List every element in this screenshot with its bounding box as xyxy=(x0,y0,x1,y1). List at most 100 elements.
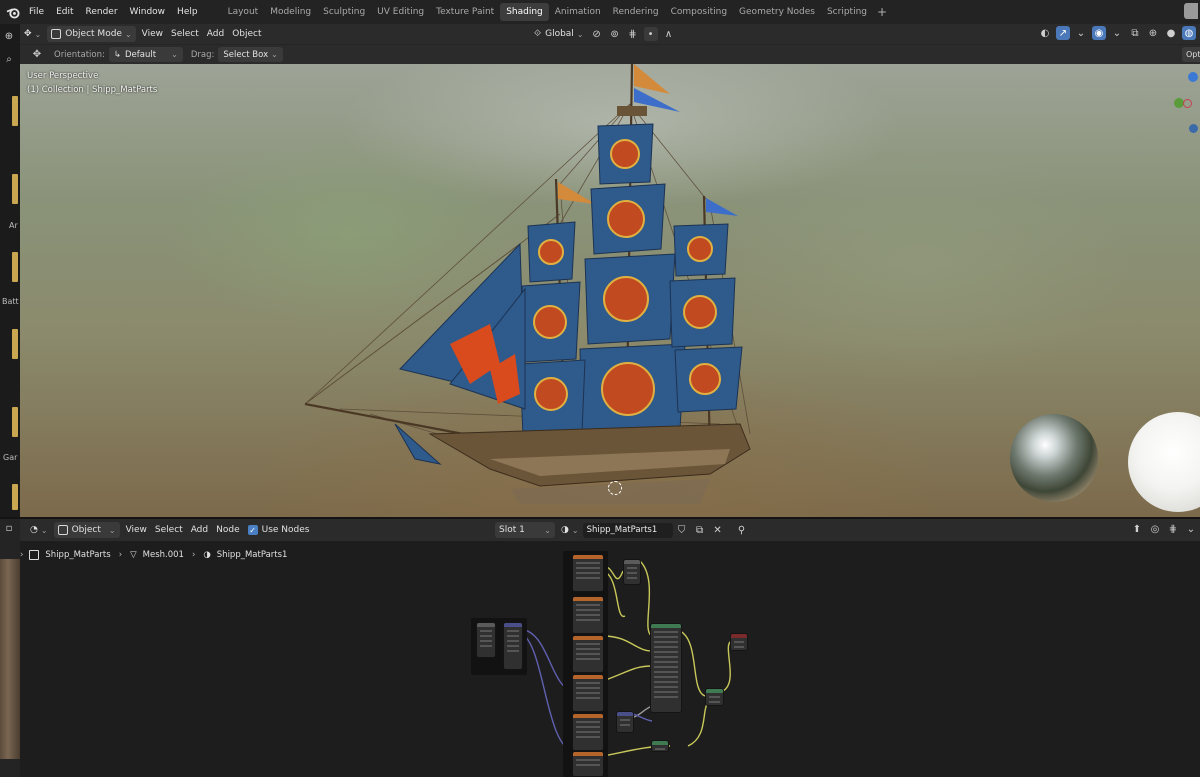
editor-type-dropdown[interactable]: ◔ ⌄ xyxy=(26,522,52,538)
transform-orientation-dropdown[interactable]: ⟐ Global ⌄ xyxy=(530,26,588,42)
tab-scripting[interactable]: Scripting xyxy=(821,3,873,21)
use-nodes-toggle[interactable]: ✓ Use Nodes xyxy=(244,522,314,538)
panel-tab[interactable] xyxy=(12,484,18,510)
transform-controls: ⟐ Global ⌄ ⊘ ⊚ ⋕ • ∧ xyxy=(530,26,678,42)
file-browser-thumbnail[interactable] xyxy=(0,559,20,759)
slot-dropdown[interactable]: Slot 1 ⌄ xyxy=(495,522,555,538)
chevron-down-icon[interactable]: ⌄ xyxy=(1074,26,1088,40)
3d-cursor-icon[interactable] xyxy=(608,481,622,495)
tab-rendering[interactable]: Rendering xyxy=(607,3,665,21)
tab-sculpting[interactable]: Sculpting xyxy=(317,3,371,21)
viewport-menu-view[interactable]: View xyxy=(138,26,167,42)
solid-shading-icon[interactable]: ● xyxy=(1164,26,1178,40)
tab-layout[interactable]: Layout xyxy=(222,3,265,21)
menu-window[interactable]: Window xyxy=(124,0,172,24)
scene-icon[interactable] xyxy=(1184,3,1198,19)
image-texture-node[interactable] xyxy=(572,635,604,673)
node-menu-view[interactable]: View xyxy=(122,522,151,538)
add-workspace-button[interactable]: + xyxy=(877,5,887,19)
fake-user-shield-icon[interactable]: ⛉ xyxy=(675,523,689,537)
blender-logo-icon[interactable] xyxy=(3,2,23,22)
chevron-down-icon[interactable]: ⌄ xyxy=(1110,26,1124,40)
node-menu-select[interactable]: Select xyxy=(151,522,187,538)
gizmo-toggle-icon[interactable]: ↗ xyxy=(1056,26,1070,40)
falloff-icon[interactable]: ∧ xyxy=(662,27,676,41)
close-icon[interactable]: ✕ xyxy=(711,523,725,537)
node[interactable] xyxy=(476,622,496,658)
tab-geometry-nodes[interactable]: Geometry Nodes xyxy=(733,3,821,21)
tab-compositing[interactable]: Compositing xyxy=(665,3,733,21)
proportional-edit-icon[interactable]: • xyxy=(643,27,658,41)
mix-shader-node[interactable] xyxy=(705,688,724,706)
hdri-preview-sphere xyxy=(1010,414,1098,502)
overlay-icon[interactable]: ◎ xyxy=(1148,522,1162,536)
node[interactable] xyxy=(651,740,669,752)
panel-tab[interactable] xyxy=(12,407,18,437)
material-preview-icon[interactable]: ◍ xyxy=(1182,26,1196,40)
snap-icon[interactable]: ⋕ xyxy=(1166,522,1180,536)
gizmo-z-axis-icon[interactable] xyxy=(1188,72,1198,82)
menu-file[interactable]: File xyxy=(23,0,50,24)
panel-tab[interactable] xyxy=(12,174,18,204)
drag-dropdown[interactable]: Select Box ⌄ xyxy=(218,47,283,62)
parent-node-tree-icon[interactable]: ⬆ xyxy=(1130,522,1144,536)
material-slot-controls: Slot 1 ⌄ ◑ ⌄ Shipp_MatParts1 ⛉ ⧉ ✕ ⚲ xyxy=(493,522,751,538)
tab-uv-editing[interactable]: UV Editing xyxy=(371,3,430,21)
material-browse-button[interactable]: ◑ ⌄ xyxy=(557,522,583,538)
node-editor-canvas[interactable]: › Shipp_MatParts › ▽ Mesh.001 › ◑ Shipp_… xyxy=(20,541,1200,777)
pin-icon[interactable]: ⚲ xyxy=(735,523,749,537)
panel-tab[interactable] xyxy=(12,96,18,126)
pivot-icon[interactable]: ⊘ xyxy=(590,27,604,41)
tab-shading[interactable]: Shading xyxy=(500,3,549,21)
options-button[interactable]: Opt xyxy=(1182,47,1200,62)
gizmo-neg-z-icon[interactable] xyxy=(1189,124,1198,133)
xray-icon[interactable]: ⧉ xyxy=(1128,26,1142,40)
image-texture-node[interactable] xyxy=(572,751,604,777)
orientation-icon: ↳ xyxy=(113,49,121,60)
tab-animation[interactable]: Animation xyxy=(549,3,607,21)
3d-viewport[interactable]: User Perspective (1) Collection | Shipp_… xyxy=(20,64,1200,517)
node-menu-node[interactable]: Node xyxy=(212,522,244,538)
cursor-tool-icon[interactable]: ⊕ xyxy=(2,29,16,43)
shader-type-dropdown[interactable]: Object ⌄ xyxy=(53,522,120,538)
editor-type-dropdown[interactable]: ✥ ⌄ xyxy=(20,26,45,42)
wireframe-shading-icon[interactable]: ⊕ xyxy=(1146,26,1160,40)
principled-bsdf-node[interactable] xyxy=(650,623,682,713)
material-output-node[interactable] xyxy=(730,633,748,651)
snap-icon[interactable]: ⊚ xyxy=(608,27,622,41)
panel-tab[interactable] xyxy=(12,252,18,282)
panel-icon[interactable]: ▫ xyxy=(2,521,16,535)
menu-edit[interactable]: Edit xyxy=(50,0,79,24)
snap-settings-icon[interactable]: ⋕ xyxy=(626,27,640,41)
menu-help[interactable]: Help xyxy=(171,0,204,24)
material-name-field[interactable]: Shipp_MatParts1 xyxy=(582,522,673,538)
tab-texture-paint[interactable]: Texture Paint xyxy=(430,3,500,21)
node[interactable] xyxy=(503,622,523,670)
move-tool-icon[interactable]: ✥ xyxy=(30,48,44,62)
search-icon[interactable]: ⌕ xyxy=(2,52,16,66)
chevron-down-icon[interactable]: ⌄ xyxy=(1184,522,1198,536)
menu-render[interactable]: Render xyxy=(80,0,124,24)
overlay-toggle-icon[interactable]: ◉ xyxy=(1092,26,1106,40)
orientation-dropdown[interactable]: ↳ Default ⌄ xyxy=(108,47,183,62)
node-editor-header: ◔ ⌄ Object ⌄ View Select Add Node ✓ Use Nod… xyxy=(20,519,1200,541)
tool-settings-bar: ✥ Orientation: ↳ Default ⌄ Drag: Select Bo… xyxy=(20,44,1200,64)
navigation-gizmo[interactable] xyxy=(1170,68,1200,138)
image-texture-node[interactable] xyxy=(572,713,604,751)
panel-tab[interactable] xyxy=(12,329,18,359)
node[interactable] xyxy=(623,559,641,585)
gizmo-x-axis-icon[interactable] xyxy=(1183,99,1192,108)
image-texture-node[interactable] xyxy=(572,674,604,712)
image-texture-node[interactable] xyxy=(572,596,604,634)
mode-dropdown[interactable]: Object Mode ⌄ xyxy=(47,26,136,42)
duplicate-material-icon[interactable]: ⧉ xyxy=(693,523,707,537)
viewport-menu-select[interactable]: Select xyxy=(167,26,203,42)
normal-map-node[interactable] xyxy=(616,711,634,733)
image-texture-node[interactable] xyxy=(572,554,604,592)
viewport-menu-object[interactable]: Object xyxy=(228,26,265,42)
node-menu-add[interactable]: Add xyxy=(187,522,212,538)
tab-modeling[interactable]: Modeling xyxy=(264,3,317,21)
object-icon xyxy=(57,525,68,535)
visibility-icon[interactable]: ◐ xyxy=(1038,26,1052,40)
viewport-menu-add[interactable]: Add xyxy=(203,26,228,42)
